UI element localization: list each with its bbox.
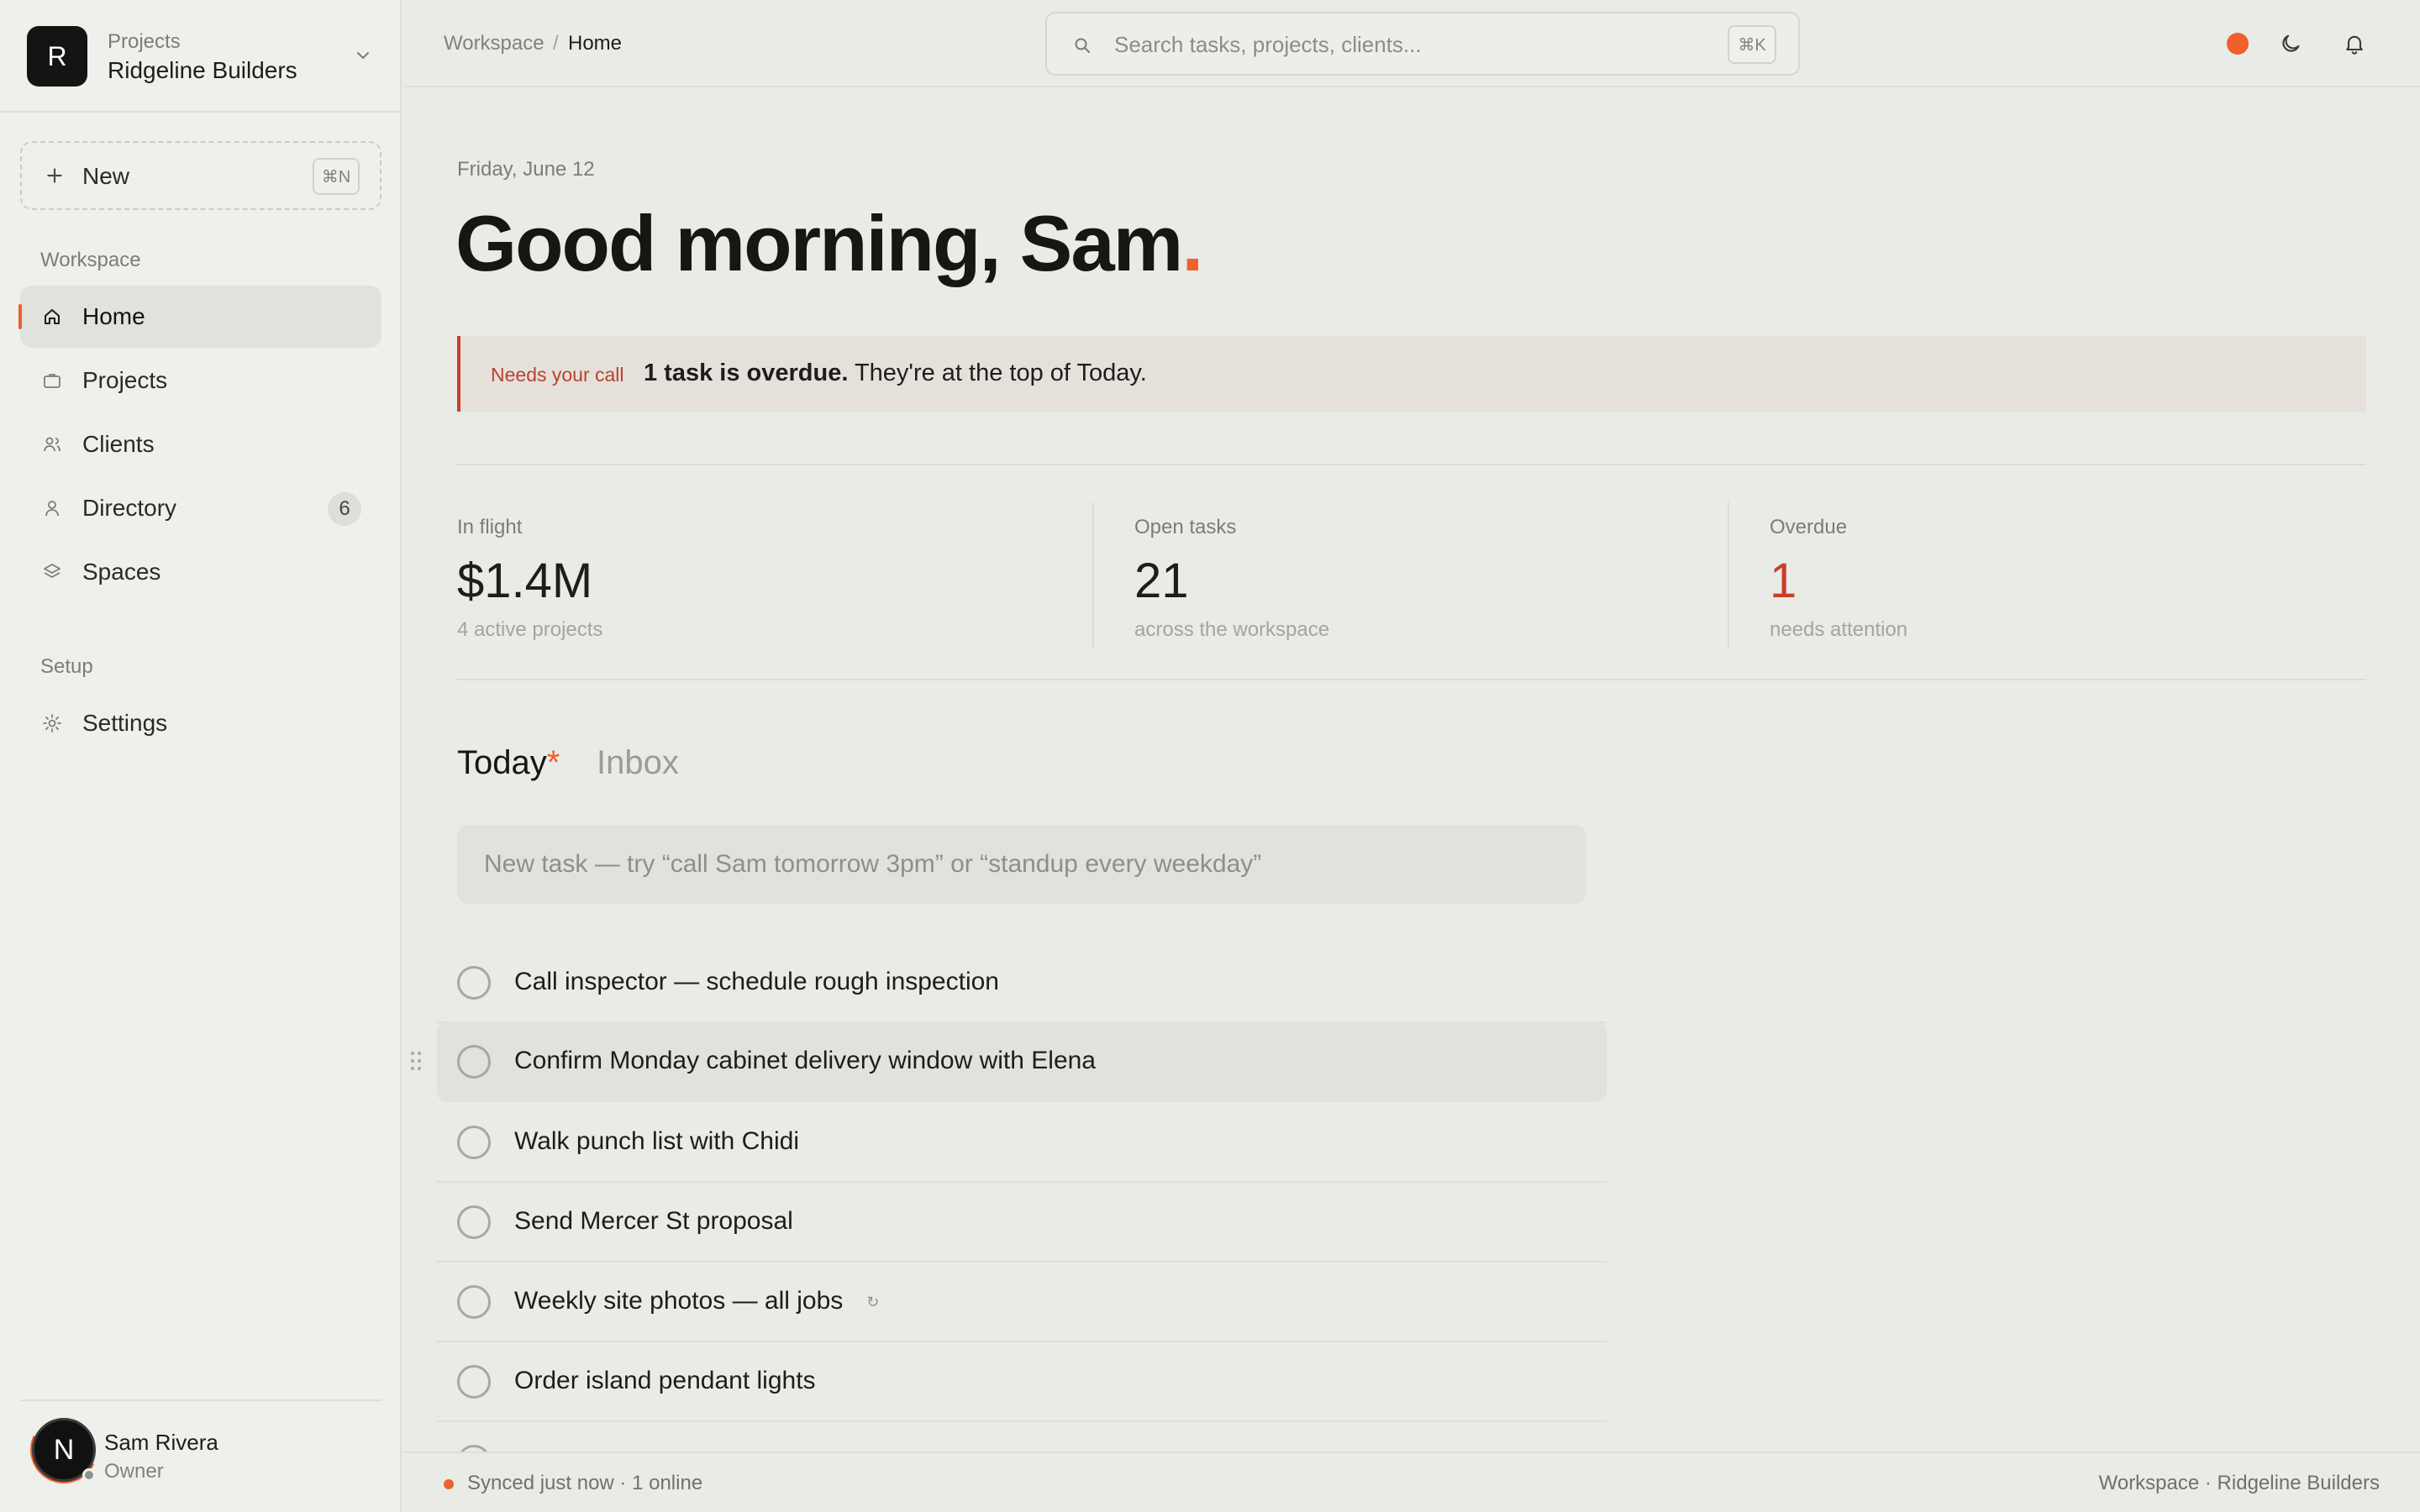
alert-rest: They're at the top of Today. [848,360,1147,386]
stats-row: In flight $1.4M 4 active projects Open t… [457,464,2366,680]
sidebar-item-clients[interactable]: Clients [20,413,381,475]
sidebar-item-label: Settings [82,710,168,736]
task-checkbox[interactable] [457,1365,491,1399]
tab-today-label: Today [457,744,547,781]
stat-value: $1.4M [457,554,593,608]
workspace-name: Ridgeline Builders [108,57,297,83]
greeting-dot: . [1181,199,1203,287]
layers-icon [44,564,60,578]
workspace-switcher[interactable]: R Projects Ridgeline Builders [0,0,400,113]
status-bar: Synced just now · 1 online Workspace · R… [403,1452,2420,1512]
sync-status-dot [444,1479,454,1489]
status-dot-icon[interactable] [2227,33,2249,55]
tab-today-marker: * [546,744,560,781]
repeat-icon: ↻ [866,1293,880,1310]
task-row[interactable]: Walk punch list with Chidi [437,1102,1607,1183]
sidebar-item-spaces[interactable]: Spaces [20,541,381,603]
sidebar-item-home[interactable]: Home [18,286,381,348]
directory-count-badge: 6 [328,492,361,526]
search-placeholder: Search tasks, projects, clients... [1114,32,1422,57]
sidebar-item-label: Clients [82,431,155,457]
top-bar: Workspace / Home Search tasks, projects,… [403,0,2420,87]
search-input[interactable]: Search tasks, projects, clients... ⌘K [1045,12,1800,76]
sidebar-item-label: Home [82,303,145,329]
current-date: Friday, June 12 [457,158,595,181]
task-title: Call inspector — schedule rough inspecti… [514,968,999,995]
stat-value: 1 [1770,554,1797,608]
page-title: Good morning, Sam. [455,198,1203,289]
task-checkbox[interactable] [457,1045,491,1079]
task-checkbox[interactable] [457,966,491,1000]
overdue-alert[interactable]: Needs your call 1 task is overdue. They'… [457,336,2366,412]
search-icon [1075,38,1090,53]
task-title: Weekly site photos — all jobs ↻ [514,1287,879,1315]
user-role: Owner [104,1460,164,1483]
task-row[interactable]: Confirm Monday cabinet delivery window w… [437,1021,1607,1102]
home-icon [45,309,60,324]
task-title: Confirm Monday cabinet delivery window w… [514,1047,1096,1074]
user-name: Sam Rivera [104,1430,218,1455]
stat-subtext: needs attention [1770,618,1908,641]
stat-label: In flight [457,516,523,538]
sidebar-item-settings[interactable]: Settings [20,692,381,754]
task-row[interactable]: Weekly site photos — all jobs ↻ [437,1262,1607,1342]
presence-dot [82,1468,96,1482]
stat-in-flight[interactable]: In flight $1.4M 4 active projects [457,502,1092,648]
sidebar: R Projects Ridgeline Builders New ⌘N Wor… [0,0,402,1512]
new-task-input[interactable]: New task — try “call Sam tomorrow 3pm” o… [457,825,1586,904]
sidebar-item-directory[interactable]: Directory 6 [20,477,381,539]
plus-icon [47,168,62,183]
task-row[interactable]: Send Mercer St proposal [437,1182,1607,1263]
footer-context: Workspace · Ridgeline Builders [2098,1472,2380,1494]
stat-overdue[interactable]: Overdue 1 needs attention [1728,502,2363,648]
stat-open-tasks[interactable]: Open tasks 21 across the workspace [1092,502,1728,648]
alert-message: 1 task is overdue. They're at the top of… [644,360,1147,387]
task-title: Order island pendant lights [514,1367,816,1394]
task-title-text: Weekly site photos — all jobs [514,1287,844,1315]
task-title: Walk punch list with Chidi [514,1127,800,1155]
task-checkbox[interactable] [457,1205,491,1239]
greeting-text: Good morning, Sam [455,199,1183,287]
section-label-workspace: Workspace [40,249,141,271]
task-checkbox[interactable] [457,1126,491,1159]
tab-inbox[interactable]: Inbox [597,744,679,782]
task-row[interactable]: Call inspector — schedule rough inspecti… [437,942,1607,1023]
bell-icon[interactable] [2343,32,2366,55]
sync-status: Synced just now · 1 online [467,1472,703,1494]
drag-handle-icon[interactable] [410,1050,422,1072]
person-icon [45,501,59,517]
stat-label: Open tasks [1134,516,1237,538]
breadcrumb-root[interactable]: Workspace [444,32,544,55]
sidebar-item-label: Directory [82,495,177,521]
new-button-label: New [82,163,130,189]
stat-value: 21 [1134,554,1189,608]
task-row[interactable]: Order island pendant lights [437,1341,1607,1422]
section-label-setup: Setup [40,655,93,678]
sidebar-item-projects[interactable]: Projects [20,349,381,412]
task-checkbox[interactable] [457,1285,491,1319]
new-task-placeholder: New task — try “call Sam tomorrow 3pm” o… [484,850,1262,878]
breadcrumb-current: Home [568,32,623,55]
workspace-logo: R [27,26,87,87]
new-button[interactable]: New ⌘N [20,141,381,210]
sidebar-item-label: Spaces [82,559,161,585]
task-title: Send Mercer St proposal [514,1207,793,1235]
moon-icon[interactable] [2279,32,2302,55]
chevron-down-icon[interactable] [353,45,373,66]
tab-today[interactable]: Today* [457,744,560,782]
sidebar-item-label: Projects [82,367,168,393]
users-icon [44,437,60,452]
sun-gear-icon [43,714,61,732]
search-shortcut-badge: ⌘K [1728,25,1776,64]
alert-bold: 1 task is overdue. [644,360,849,386]
stat-subtext: 4 active projects [457,618,603,641]
stat-subtext: across the workspace [1134,618,1330,641]
new-shortcut-badge: ⌘N [313,158,360,195]
breadcrumb-separator: / [553,32,559,55]
briefcase-icon [44,374,60,388]
stat-label: Overdue [1770,516,1848,538]
alert-tag: Needs your call [491,364,624,386]
user-profile[interactable]: N Sam Rivera Owner [20,1399,381,1512]
workspace-kicker: Projects [108,30,181,53]
